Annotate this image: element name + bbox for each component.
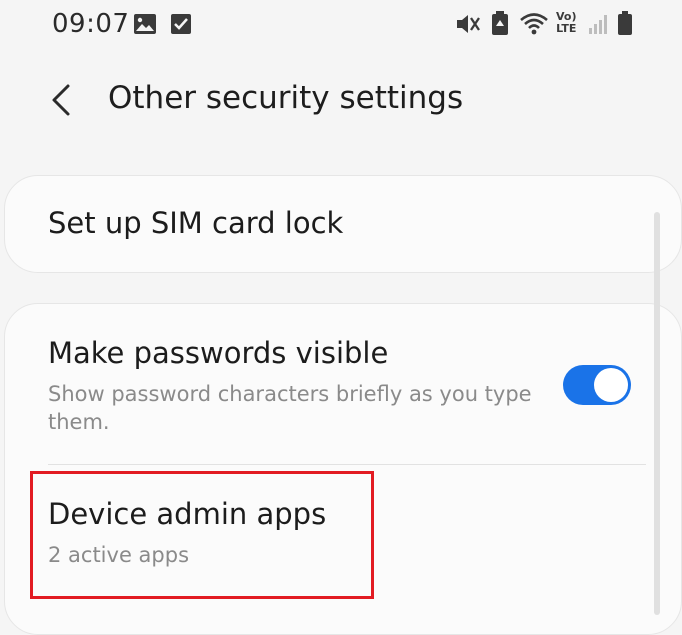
make-passwords-visible-subtitle: Show password characters briefly as you … — [48, 382, 532, 434]
sim-lock-card: Set up SIM card lock — [4, 175, 682, 273]
wifi-icon — [519, 11, 549, 41]
signal-icon — [587, 13, 609, 39]
security-options-card: Make passwords visible Show password cha… — [4, 303, 682, 635]
device-admin-apps-subtitle: 2 active apps — [48, 543, 190, 567]
volte-lte-icon: Vo) LTE — [556, 10, 577, 35]
toggle-knob — [594, 368, 628, 402]
sim-card-lock-title: Set up SIM card lock — [48, 206, 344, 240]
battery-icon — [617, 10, 633, 40]
status-bar: 09:07 Vo) LTE — [0, 0, 682, 50]
battery-saver-icon — [490, 10, 510, 40]
device-admin-apps-item[interactable]: Device admin apps 2 active apps — [5, 465, 681, 605]
app-bar: Other security settings — [0, 70, 682, 134]
make-passwords-visible-toggle[interactable] — [563, 365, 631, 405]
mute-vibrate-icon — [455, 12, 481, 40]
device-admin-apps-title: Device admin apps — [48, 497, 327, 531]
make-passwords-visible-item[interactable]: Make passwords visible Show password cha… — [5, 304, 681, 464]
status-time: 09:07 — [52, 9, 130, 39]
back-button[interactable] — [40, 78, 84, 122]
page-title: Other security settings — [108, 80, 464, 116]
scrollbar[interactable] — [654, 212, 660, 615]
gallery-icon — [133, 13, 157, 39]
chevron-left-icon — [52, 84, 70, 116]
make-passwords-visible-title: Make passwords visible — [48, 336, 389, 370]
sim-card-lock-item[interactable]: Set up SIM card lock — [5, 176, 681, 272]
checkbox-icon — [170, 13, 192, 39]
